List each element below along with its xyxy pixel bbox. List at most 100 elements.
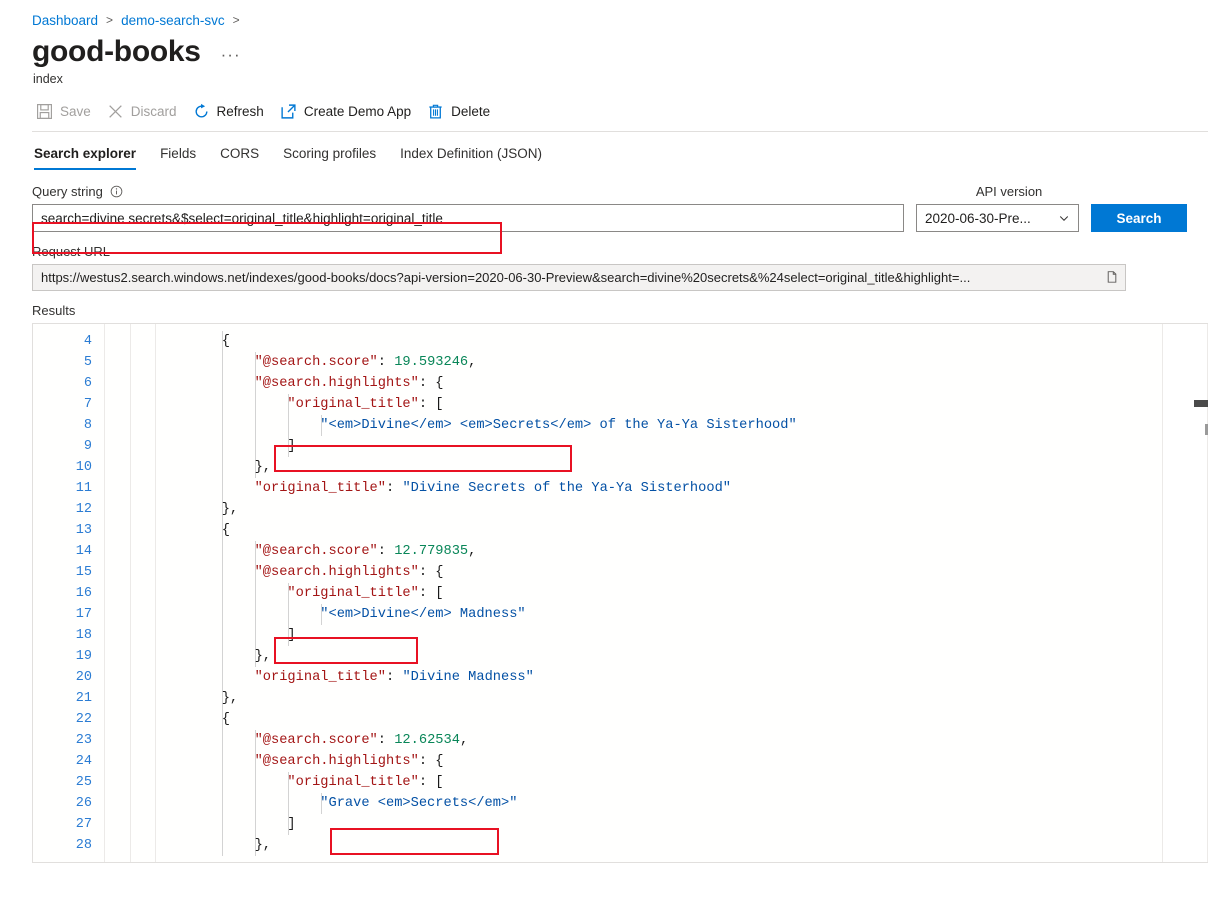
breadcrumb-item-dashboard[interactable]: Dashboard (32, 13, 98, 28)
editor-line-number: 8 (33, 415, 104, 436)
page-title: good-books (32, 34, 201, 70)
request-url-section: Request URL https://westus2.search.windo… (0, 232, 1208, 291)
create-demo-app-button[interactable]: Create Demo App (274, 99, 421, 124)
editor-code-line: { (156, 520, 1208, 541)
toolbar-divider (32, 131, 1208, 132)
editor-code-line: "@search.score": 12.62534, (156, 730, 1208, 751)
copy-icon[interactable] (1104, 270, 1119, 285)
editor-line-number: 21 (33, 688, 104, 709)
query-section: Query string API version 2020-06-30-Pre.… (0, 170, 1208, 232)
request-url-box: https://westus2.search.windows.net/index… (32, 264, 1126, 291)
editor-decoration-column (131, 324, 156, 862)
info-icon[interactable] (110, 185, 123, 198)
editor-line-number: 22 (33, 709, 104, 730)
editor-line-number: 17 (33, 604, 104, 625)
editor-code-line: "<em>Divine</em> Madness" (156, 604, 1208, 625)
editor-code-line: }, (156, 688, 1208, 709)
editor-code-line: "original_title": "Divine Madness" (156, 667, 1208, 688)
discard-icon (107, 103, 124, 120)
discard-label: Discard (131, 104, 177, 119)
save-button[interactable]: Save (30, 99, 101, 124)
api-version-select[interactable]: 2020-06-30-Pre... (916, 204, 1079, 232)
editor-line-number: 20 (33, 667, 104, 688)
search-button[interactable]: Search (1091, 204, 1187, 232)
editor-line-number: 7 (33, 394, 104, 415)
results-section: Results 45678910111213141516171819202122… (0, 291, 1208, 863)
editor-line-number: 6 (33, 373, 104, 394)
save-label: Save (60, 104, 91, 119)
tab-cors[interactable]: CORS (208, 141, 271, 170)
tab-search-explorer[interactable]: Search explorer (32, 141, 148, 170)
chevron-down-icon (1058, 212, 1070, 224)
editor-code-line: { (156, 709, 1208, 730)
results-label: Results (32, 303, 1208, 318)
request-url-label: Request URL (32, 244, 1208, 259)
command-toolbar: Save Discard Refresh Create Demo (0, 86, 1208, 124)
editor-line-number: 9 (33, 436, 104, 457)
trash-icon (427, 103, 444, 120)
editor-code-line: "@search.score": 19.593246, (156, 352, 1208, 373)
editor-line-number: 5 (33, 352, 104, 373)
editor-code-line: "Grave <em>Secrets</em>" (156, 793, 1208, 814)
refresh-button[interactable]: Refresh (187, 99, 274, 124)
breadcrumb-separator-2: > (233, 13, 240, 27)
query-string-label-group: Query string (32, 184, 123, 199)
api-version-label: API version (976, 184, 1042, 199)
page-subtitle: index (0, 70, 1208, 86)
editor-line-number: 11 (33, 478, 104, 499)
query-string-input[interactable] (32, 204, 904, 232)
editor-line-number: 24 (33, 751, 104, 772)
breadcrumb: Dashboard > demo-search-svc > (0, 0, 1208, 28)
discard-button[interactable]: Discard (101, 99, 187, 124)
editor-code-line: "@search.highlights": { (156, 373, 1208, 394)
editor-code-line: }, (156, 835, 1208, 856)
editor-line-number-gutter: 4567891011121314151617181920212223242526… (33, 324, 105, 862)
editor-code-line: { (156, 331, 1208, 352)
editor-code-line: }, (156, 646, 1208, 667)
delete-label: Delete (451, 104, 490, 119)
refresh-label: Refresh (217, 104, 264, 119)
editor-line-number: 14 (33, 541, 104, 562)
editor-code-line: "@search.highlights": { (156, 562, 1208, 583)
editor-line-number: 13 (33, 520, 104, 541)
editor-line-number: 15 (33, 562, 104, 583)
editor-code-line: "original_title": [ (156, 583, 1208, 604)
editor-line-number: 26 (33, 793, 104, 814)
api-version-value: 2020-06-30-Pre... (925, 211, 1031, 226)
page-header: good-books ··· (0, 28, 1208, 70)
breadcrumb-item-demo-search-svc[interactable]: demo-search-svc (121, 13, 225, 28)
editor-code-line: ] (156, 814, 1208, 835)
editor-line-number: 4 (33, 331, 104, 352)
editor-line-number: 19 (33, 646, 104, 667)
editor-line-number: 12 (33, 499, 104, 520)
breadcrumb-separator: > (106, 13, 113, 27)
editor-line-number: 25 (33, 772, 104, 793)
tab-bar: Search explorer Fields CORS Scoring prof… (0, 134, 1208, 170)
save-icon (36, 103, 53, 120)
tab-scoring-profiles[interactable]: Scoring profiles (271, 141, 388, 170)
refresh-icon (193, 103, 210, 120)
external-link-icon (280, 103, 297, 120)
editor-code-line: }, (156, 499, 1208, 520)
delete-button[interactable]: Delete (421, 99, 500, 124)
tab-fields[interactable]: Fields (148, 141, 208, 170)
editor-code-line: "@search.highlights": { (156, 751, 1208, 772)
request-url-value: https://westus2.search.windows.net/index… (41, 270, 1098, 285)
editor-line-number: 28 (33, 835, 104, 856)
editor-code-line: ] (156, 625, 1208, 646)
editor-code-area[interactable]: { "@search.score": 19.593246, "@search.h… (156, 324, 1208, 862)
editor-code-line: }, (156, 457, 1208, 478)
tab-index-definition-json[interactable]: Index Definition (JSON) (388, 141, 554, 170)
editor-line-number: 16 (33, 583, 104, 604)
editor-code-line: "<em>Divine</em> <em>Secrets</em> of the… (156, 415, 1208, 436)
editor-line-number: 10 (33, 457, 104, 478)
editor-code-line: "original_title": [ (156, 772, 1208, 793)
editor-code-line: "original_title": [ (156, 394, 1208, 415)
results-json-editor[interactable]: 4567891011121314151617181920212223242526… (32, 323, 1208, 863)
query-string-label: Query string (32, 184, 103, 199)
editor-code-line: "@search.score": 12.779835, (156, 541, 1208, 562)
editor-line-number: 23 (33, 730, 104, 751)
more-options-button[interactable]: ··· (217, 45, 245, 65)
editor-fold-column[interactable] (105, 324, 131, 862)
editor-code-line: "original_title": "Divine Secrets of the… (156, 478, 1208, 499)
